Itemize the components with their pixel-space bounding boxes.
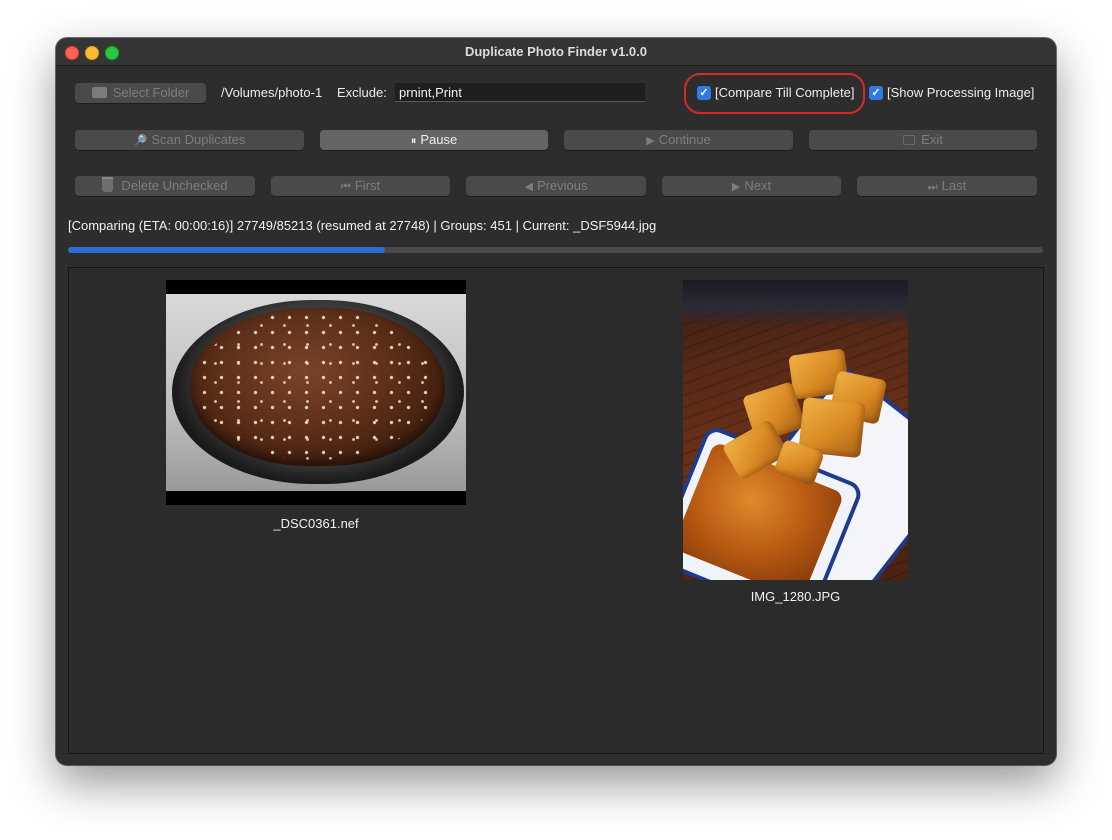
photo-sesame <box>196 310 436 460</box>
next-label: Next <box>744 178 772 193</box>
first-label: First <box>354 178 381 193</box>
skip-first-icon: ⏮ <box>340 181 351 193</box>
window-title: Duplicate Photo Finder v1.0.0 <box>464 44 648 59</box>
progress-bar <box>68 247 1043 253</box>
exit-label: Exit <box>921 132 943 147</box>
last-label: Last <box>941 178 967 193</box>
magnifier-icon: 🔎 <box>133 135 148 147</box>
show-processing-image-label[interactable]: [Show Processing Image] <box>887 85 1034 100</box>
photo-chair <box>683 280 908 326</box>
select-folder-label: Select Folder <box>112 85 190 100</box>
play-icon: ▶ <box>646 135 655 147</box>
pause-label: Pause <box>420 132 458 147</box>
exit-button[interactable]: Exit <box>809 130 1037 150</box>
scan-duplicates-button[interactable]: 🔎 Scan Duplicates <box>75 130 304 150</box>
photo-thumbnail-cake[interactable] <box>166 280 466 505</box>
folder-path: /Volumes/photo-1 <box>221 85 323 100</box>
exclude-input[interactable] <box>395 83 645 102</box>
continue-label: Continue <box>658 132 711 147</box>
delete-unchecked-button[interactable]: Delete Unchecked <box>75 176 255 196</box>
previous-button[interactable]: ◀ Previous <box>466 176 646 196</box>
folder-icon <box>91 87 107 98</box>
first-button[interactable]: ⏮ First <box>271 176 450 196</box>
progress-fill <box>68 247 385 253</box>
pause-icon: ⏸ <box>410 135 417 147</box>
select-folder-button[interactable]: Select Folder <box>75 83 206 103</box>
skip-last-icon: ⏭ <box>927 181 938 193</box>
delete-unchecked-label: Delete Unchecked <box>121 178 228 193</box>
exit-icon <box>903 135 916 145</box>
previous-icon: ◀ <box>524 181 533 193</box>
annotation-highlight <box>684 73 865 114</box>
exclude-label: Exclude: <box>337 85 387 100</box>
last-button[interactable]: ⏭ Last <box>857 176 1037 196</box>
scan-duplicates-label: Scan Duplicates <box>151 132 246 147</box>
next-button[interactable]: ▶ Next <box>662 176 841 196</box>
results-panel: _DSC0361.nef IMG_1280.JPG <box>68 267 1044 754</box>
status-text: [Comparing (ETA: 00:00:16)] 27749/85213 … <box>68 218 657 233</box>
app-window: Duplicate Photo Finder v1.0.0 Select Fol… <box>56 38 1056 765</box>
pause-button[interactable]: ⏸ Pause <box>320 130 548 150</box>
photo-caption-1: _DSC0361.nef <box>273 516 359 531</box>
show-processing-image-checkbox[interactable]: ✓ <box>869 86 883 100</box>
photo-caption-2: IMG_1280.JPG <box>750 589 841 604</box>
next-icon: ▶ <box>731 181 741 193</box>
title-bar: Duplicate Photo Finder v1.0.0 <box>56 38 1056 66</box>
previous-label: Previous <box>536 178 588 193</box>
trash-icon <box>102 177 114 192</box>
photo-thumbnail-tofu[interactable] <box>683 280 908 580</box>
continue-button[interactable]: ▶ Continue <box>564 130 793 150</box>
